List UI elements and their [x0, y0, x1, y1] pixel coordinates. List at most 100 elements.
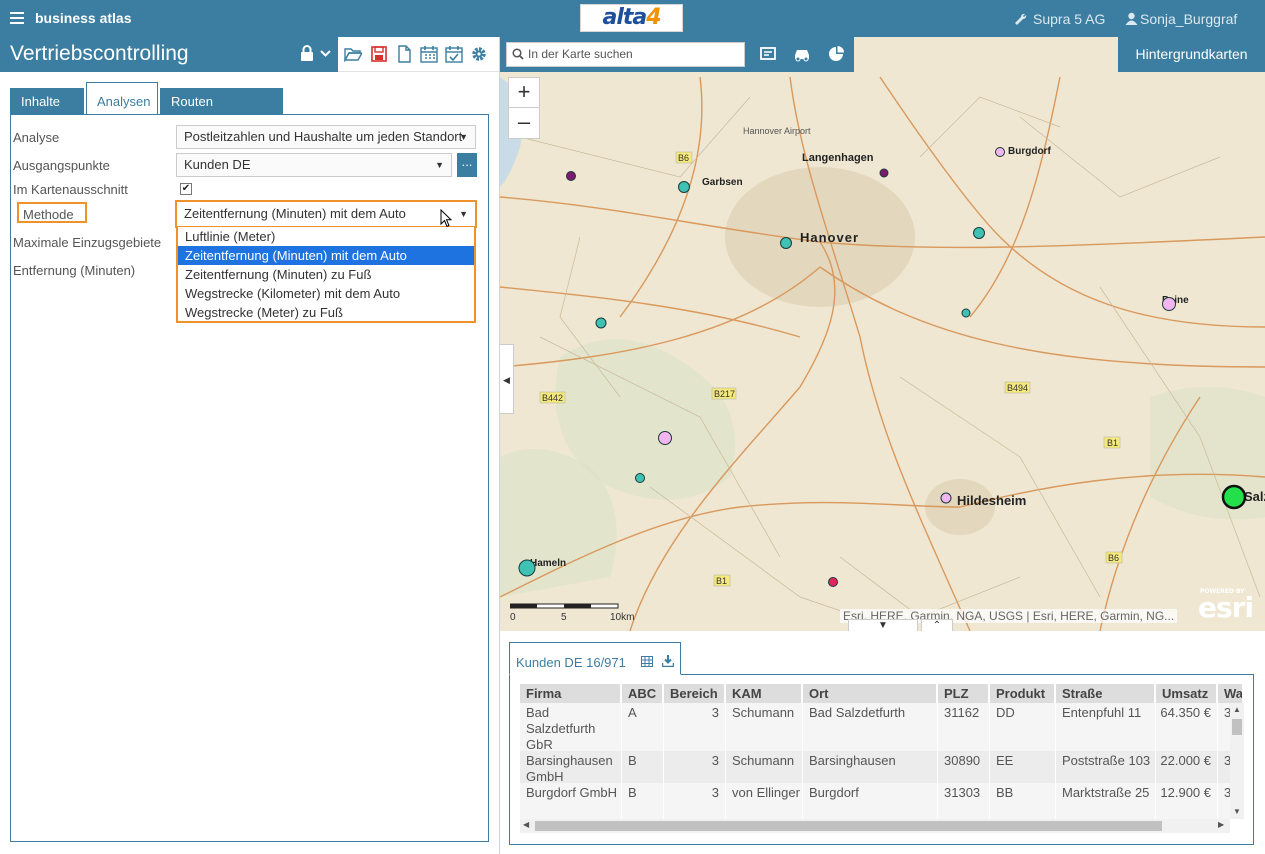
svg-text:B494: B494: [1007, 383, 1028, 393]
car-icon[interactable]: [793, 46, 811, 62]
cell-produkt: DD: [990, 703, 1056, 751]
column-header[interactable]: Umsatz: [1156, 684, 1218, 703]
svg-text:Langenhagen: Langenhagen: [802, 152, 874, 164]
svg-text:Hildesheim: Hildesheim: [957, 493, 1026, 508]
lock-icon: [301, 45, 313, 61]
top-bar: business atlas alta4 Supra 5 AG Sonja_Bu…: [0, 0, 1265, 37]
cell-bereich: 3: [664, 783, 726, 819]
pie-chart-icon[interactable]: [828, 46, 844, 62]
svg-text:B442: B442: [542, 393, 563, 403]
scrollbar-thumb[interactable]: [535, 821, 1162, 831]
column-header[interactable]: Bereich: [664, 684, 726, 703]
svg-text:Salz: Salz: [1244, 489, 1265, 504]
company-name[interactable]: Supra 5 AG: [1033, 11, 1105, 27]
cell-firma: Burgdorf GmbH: [520, 783, 622, 819]
kartenausschnitt-checkbox[interactable]: ✔: [180, 183, 192, 195]
map-search-input[interactable]: In der Karte suchen: [506, 42, 745, 67]
cell-produkt: BB: [990, 783, 1056, 819]
svg-text:Hanover: Hanover: [800, 230, 859, 245]
table-icon[interactable]: [641, 656, 653, 667]
analyse-select[interactable]: Postleitzahlen und Haushalte um jeden St…: [176, 125, 476, 149]
cell-umsatz: 64.350 €: [1156, 703, 1218, 751]
analyse-label: Analyse: [13, 130, 60, 145]
scroll-right-arrow-icon[interactable]: ▶: [1218, 820, 1224, 829]
methode-option[interactable]: Wegstrecke (Meter) zu Fuß: [178, 303, 474, 322]
user-name[interactable]: Sonja_Burggraf: [1140, 11, 1237, 27]
cell-produkt: EE: [990, 751, 1056, 783]
scroll-up-arrow-icon[interactable]: ▲: [1233, 705, 1241, 714]
scroll-down-arrow-icon[interactable]: ▼: [1233, 807, 1241, 816]
scroll-left-arrow-icon[interactable]: ◀: [523, 820, 529, 829]
column-header[interactable]: KAM: [726, 684, 803, 703]
scale-label: 0: [510, 612, 516, 623]
map-canvas: B6 B217 B442 B494 B1 B6 B1 Hannover Airp…: [500, 37, 1265, 631]
horizontal-scrollbar[interactable]: ◀ ▶: [520, 819, 1230, 833]
column-header[interactable]: Ort: [803, 684, 938, 703]
customer-table: Firma ABC Bereich KAM Ort PLZ Produkt St…: [520, 684, 1244, 835]
methode-option[interactable]: Wegstrecke (Kilometer) mit dem Auto: [178, 284, 474, 303]
download-icon[interactable]: [662, 655, 674, 667]
map-collapse-button[interactable]: ▼: [848, 619, 918, 631]
vertical-scrollbar[interactable]: ▲ ▼: [1230, 703, 1244, 819]
svg-text:Hannover Airport: Hannover Airport: [743, 126, 811, 136]
column-header[interactable]: Produkt: [990, 684, 1056, 703]
calendar-icon[interactable]: [420, 45, 438, 63]
kunden-tab-label: Kunden DE 16/971: [516, 655, 626, 670]
panel-header: Vertriebscontrolling: [0, 37, 499, 72]
tab-analysen[interactable]: Analysen: [86, 82, 158, 115]
zoom-out-button[interactable]: –: [509, 108, 539, 138]
app-title: business atlas: [35, 10, 132, 26]
calendar-check-icon[interactable]: [445, 45, 463, 63]
column-header[interactable]: Straße: [1056, 684, 1156, 703]
hamburger-menu-icon[interactable]: [10, 12, 24, 24]
methode-option[interactable]: Zeitentfernung (Minuten) zu Fuß: [178, 265, 474, 284]
basemap-button[interactable]: Hintergrundkarten: [1118, 37, 1265, 72]
tab-routen-berechnen[interactable]: Routen berechnen: [160, 88, 283, 135]
svg-text:Garbsen: Garbsen: [702, 177, 743, 188]
gear-icon[interactable]: [470, 45, 488, 63]
open-folder-icon[interactable]: [344, 45, 362, 63]
save-icon[interactable]: [370, 45, 388, 63]
svg-text:B6: B6: [1108, 553, 1119, 563]
cell-ort: Barsinghausen: [803, 751, 938, 783]
methode-option-selected[interactable]: Zeitentfernung (Minuten) mit dem Auto: [178, 246, 474, 265]
cell-kam: Schumann: [726, 703, 803, 751]
collapse-panel-button[interactable]: ◀: [500, 344, 514, 414]
methode-select[interactable]: Zeitentfernung (Minuten) mit dem Auto ▼: [175, 200, 477, 228]
svg-text:Burgdorf: Burgdorf: [1008, 146, 1051, 157]
scrollbar-thumb[interactable]: [1232, 719, 1242, 735]
methode-option[interactable]: Luftlinie (Meter): [178, 227, 474, 246]
alta4-logo: alta4: [580, 4, 683, 32]
cell-abc: B: [622, 751, 664, 783]
map-expand-button[interactable]: ⌃: [921, 619, 953, 631]
cell-abc: B: [622, 783, 664, 819]
map-screen-icon[interactable]: [760, 46, 776, 62]
svg-text:B1: B1: [716, 576, 727, 586]
lock-menu[interactable]: [300, 45, 334, 65]
search-icon: [512, 48, 524, 60]
caret-down-icon: ▼: [435, 160, 444, 170]
cell-kam: von Ellinger: [726, 783, 803, 819]
ausgangspunkte-more-button[interactable]: ...: [457, 153, 477, 177]
column-header[interactable]: Firma: [520, 684, 622, 703]
entfernung-label: Entfernung (Minuten): [13, 263, 136, 278]
column-header[interactable]: War: [1218, 684, 1244, 703]
tab-kunden-de[interactable]: Kunden DE 16/971: [509, 642, 681, 675]
scale-label: 10km: [610, 612, 635, 623]
caret-down-icon: ▼: [459, 209, 468, 219]
cell-plz: 31162: [938, 703, 990, 751]
cell-bereich: 3: [664, 751, 726, 783]
new-document-icon[interactable]: [395, 45, 413, 63]
column-header[interactable]: ABC: [622, 684, 664, 703]
panel-toolbar: [338, 37, 499, 72]
zoom-in-button[interactable]: +: [509, 78, 539, 108]
column-header[interactable]: PLZ: [938, 684, 990, 703]
map-view[interactable]: B6 B217 B442 B494 B1 B6 B1 Hannover Airp…: [500, 37, 1265, 631]
cell-ort: Burgdorf: [803, 783, 938, 819]
tab-inhalte[interactable]: Inhalte: [10, 88, 84, 114]
ausgangspunkte-select[interactable]: Kunden DE ▼: [176, 153, 452, 177]
methode-label: Methode: [23, 207, 74, 222]
panel-title: Vertriebscontrolling: [10, 42, 189, 65]
cell-strasse: Entenpfuhl 11: [1056, 703, 1156, 751]
zoom-control: + –: [508, 77, 540, 139]
